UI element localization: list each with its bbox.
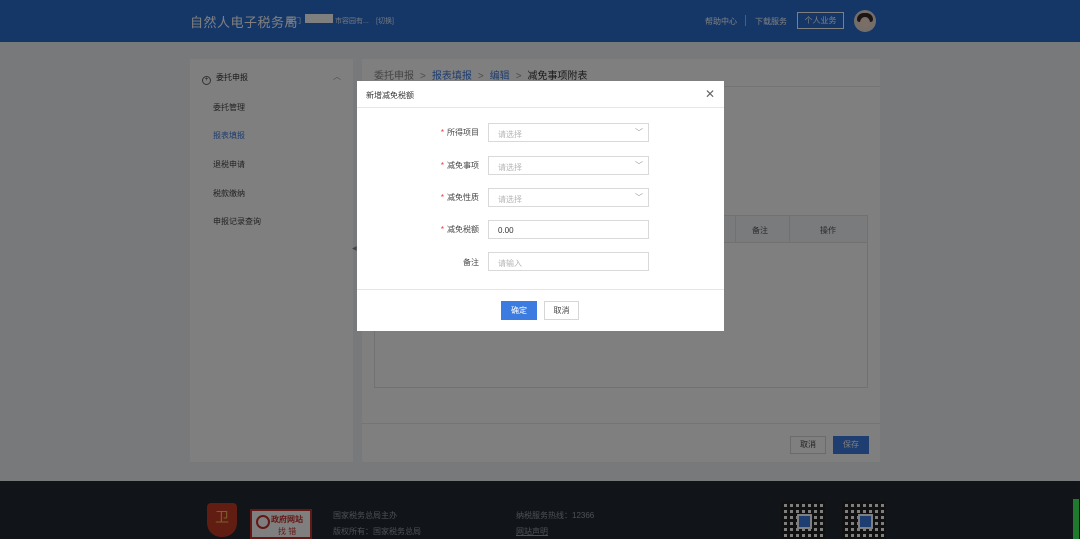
- remark-input[interactable]: 请输入: [488, 252, 649, 271]
- chevron-down-icon: ﹀: [635, 161, 643, 170]
- close-icon[interactable]: ✕: [705, 87, 715, 101]
- field-label: 备注: [463, 258, 479, 267]
- reduction-amount-input[interactable]: 0.00: [488, 220, 649, 239]
- reduction-nature-select[interactable]: 请选择 ﹀: [488, 188, 649, 207]
- field-label: * 所得项目: [440, 128, 479, 137]
- add-tax-reduction-dialog: 新增减免税额 ✕ * 所得项目 请选择 ﹀ * 减免事项 请选择 ﹀ * 减免性质 请…: [357, 81, 724, 331]
- chevron-down-icon: ﹀: [635, 193, 643, 202]
- confirm-button[interactable]: 确定: [501, 301, 537, 320]
- field-label: * 减免事项: [440, 161, 479, 170]
- divider: [357, 289, 724, 290]
- reduction-item-select[interactable]: 请选择 ﹀: [488, 156, 649, 175]
- cancel-button[interactable]: 取消: [544, 301, 579, 320]
- divider: [357, 107, 724, 108]
- dialog-title: 新增减免税额: [366, 91, 414, 100]
- field-label: * 减免税额: [440, 225, 479, 234]
- income-item-select[interactable]: 请选择 ﹀: [488, 123, 649, 142]
- chevron-down-icon: ﹀: [635, 128, 643, 137]
- side-scroll-indicator: [1073, 499, 1079, 539]
- field-label: * 减免性质: [440, 193, 479, 202]
